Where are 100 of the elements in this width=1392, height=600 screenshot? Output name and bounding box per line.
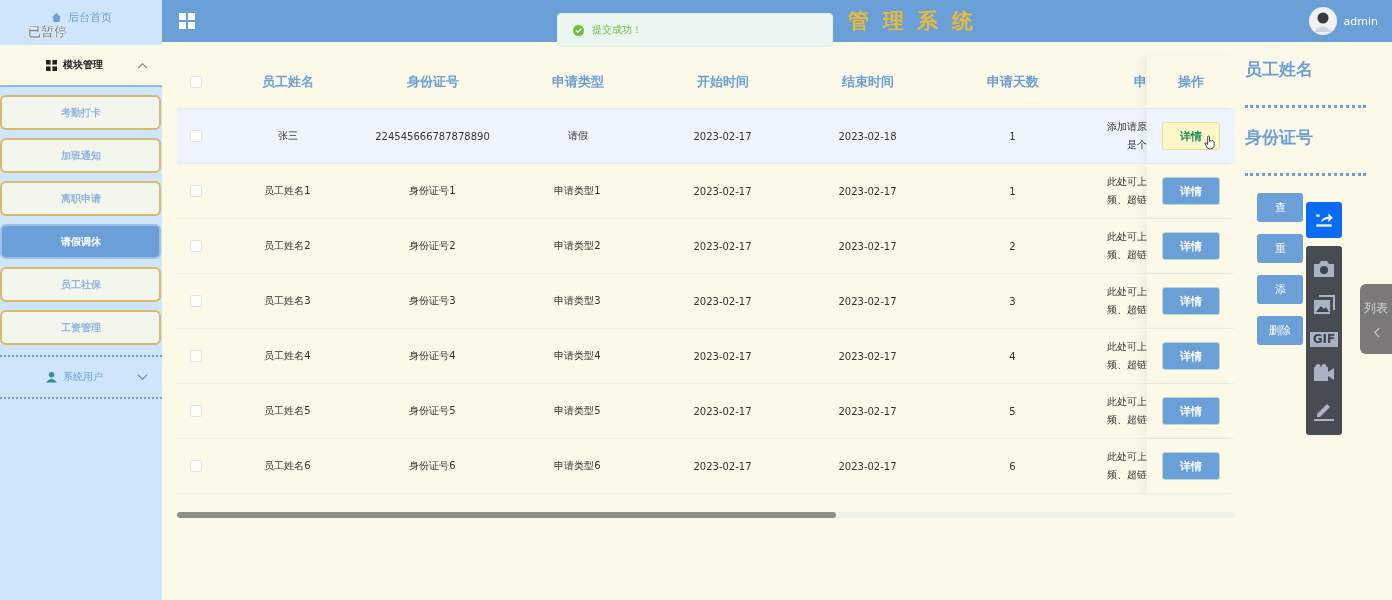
table-cell: 频、超链 [1107,303,1147,317]
table-cell: 申请类型4 [554,349,601,363]
menu-item[interactable]: 加班通知 [0,138,161,173]
hand-cursor-icon [1204,135,1215,150]
row-checkbox[interactable] [190,185,202,197]
detail-button[interactable]: 详情 [1162,122,1220,150]
table-cell: 申请类型5 [554,404,601,418]
list-tab[interactable]: 列表 [1360,284,1392,354]
table-cell: 身份证号6 [409,459,456,473]
avatar-icon[interactable] [1308,7,1337,35]
share-icon[interactable] [1306,202,1342,238]
table-cell: 此处可上 [1107,450,1147,464]
table-cell: 2023-02-17 [838,460,897,472]
row-checkbox[interactable] [190,405,202,417]
table-cell: 1 [1009,130,1016,142]
grid-icon[interactable] [179,13,195,29]
chevron-up-icon [137,61,148,69]
recorder-status: 已暂停 [28,25,67,38]
table-cell: 224545666787878890 [375,130,490,142]
table-cell: 6 [1009,460,1016,472]
table-cell: 身份证号4 [409,349,456,363]
table-cell: 1 [1009,185,1016,197]
table-row[interactable]: 员工姓名2 身份证号2 申请类型2 2023-02-17 2023-02-17 2 此处可上 频、超链 详情 [177,219,1235,274]
table-cell: 申请类型3 [554,294,601,308]
menu-item[interactable]: 员工社保 [0,267,161,302]
menu-group[interactable]: 系统用户 [0,355,162,399]
table-cell: 添加请原 [1107,120,1147,134]
table-cell: 身份证号3 [409,294,456,308]
column-header: 身份证号 [406,73,459,91]
table-cell: 2023-02-17 [693,460,752,472]
grid-icon [46,59,57,71]
table-cell: 2023-02-17 [838,185,897,197]
table-cell: 员工姓名3 [264,294,311,308]
detail-button[interactable]: 详情 [1162,287,1220,315]
detail-button[interactable]: 详情 [1162,177,1220,205]
table-cell: 员工姓名5 [264,404,311,418]
menu-item[interactable]: 工资管理 [0,310,161,345]
table-cell: 2023-02-17 [693,185,752,197]
detail-button[interactable]: 详情 [1162,452,1220,480]
row-checkbox[interactable] [190,295,202,307]
check-circle-icon [573,24,584,36]
table-row[interactable]: 员工姓名5 身份证号5 申请类型5 2023-02-17 2023-02-17 5 此处可上 频、超链 详情 [177,384,1235,439]
menu-item[interactable]: 请假调休 [0,224,161,259]
table-cell: 员工姓名4 [264,349,311,363]
table-cell: 请假 [567,129,588,143]
camera-icon[interactable] [1313,260,1335,279]
table-row[interactable]: 员工姓名1 身份证号1 申请类型1 2023-02-17 2023-02-17 1 此处可上 频、超链 详情 [177,164,1235,219]
table-row[interactable]: 员工姓名3 身份证号3 申请类型3 2023-02-17 2023-02-17 3 此处可上 频、超链 详情 [177,274,1235,329]
row-checkbox[interactable] [190,130,202,142]
gif-button[interactable]: GIF [1309,331,1339,348]
home-link[interactable]: 后台首页 [50,10,112,25]
table-row[interactable]: 张三 224545666787878890 请假 2023-02-17 2023-02-18 1 添加请原 是个 详情 [177,109,1235,164]
table-cell: 员工姓名1 [264,184,311,198]
row-checkbox[interactable] [190,240,202,252]
select-all-checkbox[interactable] [190,76,202,88]
chevron-left-icon [1372,327,1380,338]
chevron-down-icon [137,373,148,381]
detail-button[interactable]: 详情 [1162,342,1220,370]
action-button[interactable]: 查 [1257,193,1303,222]
table-cell: 4 [1009,350,1016,362]
video-camera-icon[interactable] [1313,363,1335,382]
table-cell: 频、超链 [1107,358,1147,372]
search-label: 身份证号 [1245,126,1314,149]
table-row[interactable]: 员工姓名6 身份证号6 申请类型6 2023-02-17 2023-02-17 6 此处可上 频、超链 详情 [177,439,1235,494]
table-cell: 是个 [1127,138,1147,152]
table-row[interactable]: 员工姓名4 身份证号4 申请类型4 2023-02-17 2023-02-17 4 此处可上 频、超链 详情 [177,329,1235,384]
home-icon [50,12,62,23]
column-header: 申 [1134,73,1147,91]
table-cell: 身份证号2 [409,239,456,253]
table-cell: 频、超链 [1107,468,1147,482]
menu-group-label: 模块管理 [63,58,104,72]
menu-item[interactable]: 考勤打卡 [0,95,161,130]
column-header: 申请天数 [986,73,1039,91]
table-cell: 申请类型6 [554,459,601,473]
row-checkbox[interactable] [190,350,202,362]
table-cell: 此处可上 [1107,175,1147,189]
column-header: 员工姓名 [261,73,314,91]
action-button[interactable]: 删除 [1257,316,1303,345]
table-cell: 申请类型1 [554,184,601,198]
table-cell: 申请类型2 [554,239,601,253]
menu-group[interactable]: 模块管理 [0,45,162,87]
action-button[interactable]: 重 [1257,234,1303,263]
detail-button[interactable]: 详情 [1162,397,1220,425]
table-cell: 此处可上 [1107,395,1147,409]
menu-item[interactable]: 离职申请 [0,181,161,216]
table-cell: 2023-02-17 [693,240,752,252]
horizontal-scrollbar[interactable] [177,512,1235,518]
user-icon [46,371,57,383]
table-cell: 频、超链 [1107,193,1147,207]
table-cell: 2023-02-17 [693,350,752,362]
menu-group-label: 系统用户 [63,370,104,384]
column-header: 操作 [1178,73,1204,91]
user-name[interactable]: admin [1343,14,1378,28]
images-icon[interactable] [1313,295,1335,316]
detail-button[interactable]: 详情 [1162,232,1220,260]
table-cell: 2 [1009,240,1016,252]
table-cell: 2023-02-18 [838,130,897,142]
table-cell: 员工姓名2 [264,239,311,253]
row-checkbox[interactable] [190,460,202,472]
action-button[interactable]: 添 [1257,275,1303,304]
